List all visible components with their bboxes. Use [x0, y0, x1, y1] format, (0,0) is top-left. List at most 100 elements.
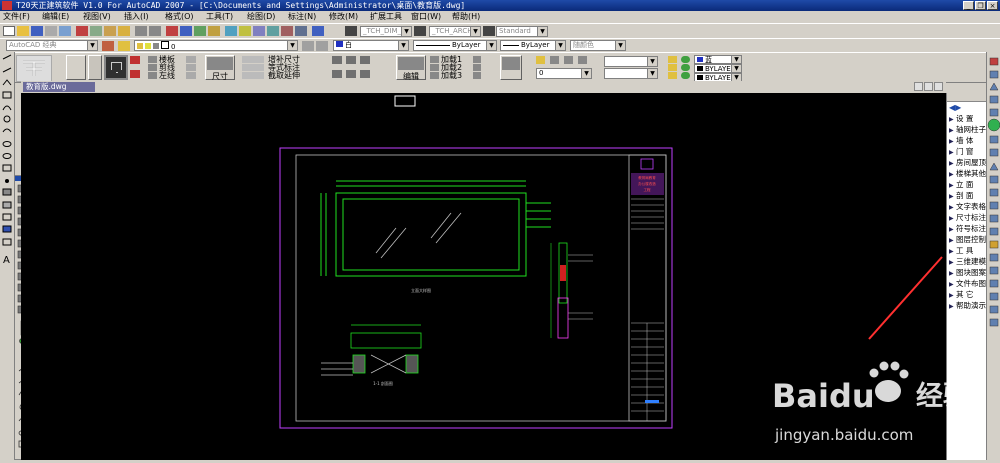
table-style-select[interactable]: Standard ▼	[496, 26, 548, 37]
tz-menu-item[interactable]: ▶ 符号标注	[947, 223, 987, 234]
menu-view[interactable]: 视图(V)	[83, 11, 111, 23]
tool-icon[interactable]	[564, 56, 573, 64]
layer-filter-select-2[interactable]: ▼	[604, 68, 658, 79]
copy-icon[interactable]	[90, 26, 102, 36]
dim-tool-icon[interactable]	[242, 72, 264, 79]
tz-menu-item[interactable]: ▶ 其 它	[947, 289, 987, 300]
designcenter-icon[interactable]	[239, 26, 251, 36]
tool-icon[interactable]	[578, 56, 587, 64]
tz-menu-item[interactable]: ▶ 尺寸标注	[947, 212, 987, 223]
properties-icon[interactable]	[225, 26, 237, 36]
redo-icon[interactable]	[149, 26, 161, 36]
text-style-select[interactable]: _TCH_DIM_T3 ▼	[360, 26, 412, 37]
menu-file[interactable]: 文件(F)	[3, 11, 30, 23]
open-icon[interactable]	[17, 26, 29, 36]
preview-icon[interactable]	[59, 26, 71, 36]
workspace-select[interactable]: AutoCAD 经典 ▼	[6, 40, 98, 51]
menu-tools[interactable]: 工具(T)	[206, 11, 233, 23]
tz-menu-item[interactable]: ▶ 工 具	[947, 245, 987, 256]
color-select-2[interactable]: BYLAYER ▼	[694, 64, 742, 73]
tool-icon[interactable]	[360, 70, 370, 78]
undo-icon[interactable]	[135, 26, 147, 36]
tz-menu-item[interactable]: ▶ 设 置	[947, 113, 987, 124]
help-icon[interactable]	[312, 26, 324, 36]
menu-format[interactable]: 格式(O)	[165, 11, 194, 23]
zoom-icon[interactable]	[180, 26, 192, 36]
tab-close-button[interactable]	[934, 82, 943, 91]
minimize-button[interactable]: _	[963, 1, 974, 10]
menu-edit[interactable]: 编辑(E)	[42, 11, 69, 23]
layer-load-icon[interactable]	[430, 64, 439, 71]
toolpalette-icon[interactable]	[253, 26, 265, 36]
menu-draw[interactable]: 绘图(D)	[247, 11, 275, 23]
color-select[interactable]: 白 ▼	[333, 40, 409, 51]
menu-extend-tools[interactable]: 扩展工具	[370, 11, 402, 23]
sheetset-icon[interactable]	[267, 26, 279, 36]
tool-icon[interactable]	[186, 56, 196, 63]
pan-icon[interactable]	[166, 26, 178, 36]
cut-icon[interactable]	[76, 26, 88, 36]
restore-button[interactable]: ❐	[975, 1, 986, 10]
tool-icon[interactable]	[360, 56, 370, 64]
tz-menu-item[interactable]: ▶ 房间屋顶	[947, 157, 987, 168]
tz-menu-item[interactable]: ▶ 文件布图	[947, 278, 987, 289]
layer-tool-button[interactable]	[500, 55, 522, 80]
tool-icon[interactable]	[550, 56, 559, 64]
edit-button[interactable]: 编辑	[396, 55, 426, 81]
bulb-icon[interactable]	[668, 72, 677, 79]
drawing-tab[interactable]: 教育版.dwg	[23, 82, 95, 92]
tab-restore-button[interactable]	[924, 82, 933, 91]
matchprop-icon[interactable]	[118, 26, 130, 36]
layer-load-icon[interactable]	[430, 56, 439, 63]
tz-menu-item[interactable]: ▶ 剖 面	[947, 190, 987, 201]
menu-help[interactable]: 帮助(H)	[452, 11, 480, 23]
tool-icon[interactable]	[473, 56, 481, 63]
green-dot-icon[interactable]	[681, 72, 690, 79]
paste-icon[interactable]	[104, 26, 116, 36]
dim-label[interactable]: 截取延伸	[268, 71, 300, 81]
linetype-select[interactable]: ByLayer ▼	[413, 40, 497, 51]
tz-menu-item[interactable]: ▶ 帮助演示	[947, 300, 987, 311]
tz-menu-item[interactable]: ▶ 楼梯其他	[947, 168, 987, 179]
tz-menu-item[interactable]: ▶ 文字表格	[947, 201, 987, 212]
menu-window[interactable]: 窗口(W)	[411, 11, 441, 23]
tz-menu-item[interactable]: ▶ 墙 体	[947, 135, 987, 146]
tz-menu-item[interactable]: ▶ 立 面	[947, 179, 987, 190]
red-square-icon[interactable]	[130, 56, 140, 64]
column-icon[interactable]	[148, 56, 157, 63]
tool-icon[interactable]	[332, 70, 342, 78]
bulb-icon[interactable]	[536, 56, 545, 64]
draw-tools-icons[interactable]: A	[0, 52, 14, 460]
calculator-icon[interactable]	[295, 26, 307, 36]
tool-icon[interactable]	[346, 56, 356, 64]
dark-square-icon[interactable]	[118, 70, 126, 78]
tool-icon[interactable]	[186, 64, 196, 71]
column-icon[interactable]	[148, 64, 157, 71]
new-icon[interactable]	[3, 26, 15, 36]
zoom-window-icon[interactable]	[194, 26, 206, 36]
layer-select[interactable]: 0 ▼	[134, 40, 298, 51]
tz-menu-item[interactable]: ▶ 图块图案	[947, 267, 987, 278]
red-square-icon[interactable]	[130, 70, 140, 78]
layer-load-label[interactable]: 加载3	[441, 71, 462, 81]
green-dot-icon[interactable]	[681, 56, 690, 63]
toolbar-label[interactable]: 左线	[159, 71, 175, 81]
workspace-settings-icon[interactable]	[102, 41, 114, 51]
stack-tool-icon[interactable]	[88, 55, 102, 80]
menu-insert[interactable]: 插入(I)	[124, 11, 149, 23]
print-icon[interactable]	[45, 26, 57, 36]
tool-icon[interactable]	[473, 64, 481, 71]
layer-previous-icon[interactable]	[316, 41, 328, 51]
bulb-icon[interactable]	[668, 64, 677, 71]
color-select-1[interactable]: 蓝 ▼	[694, 55, 742, 64]
zoom-previous-icon[interactable]	[208, 26, 220, 36]
tz-menu-item[interactable]: ▶ 三维建模	[947, 256, 987, 267]
dim-style-select[interactable]: _TCH_ARCH ▼	[429, 26, 481, 37]
tz-menu-item[interactable]: ▶ 轴网柱子	[947, 124, 987, 135]
tool-icon[interactable]	[346, 70, 356, 78]
markup-icon[interactable]	[281, 26, 293, 36]
save-icon[interactable]	[31, 26, 43, 36]
dim-tool-icon[interactable]	[242, 64, 264, 71]
tz-menu-item[interactable]: ▶ 图层控制	[947, 234, 987, 245]
layer-manager-icon[interactable]	[118, 41, 130, 51]
